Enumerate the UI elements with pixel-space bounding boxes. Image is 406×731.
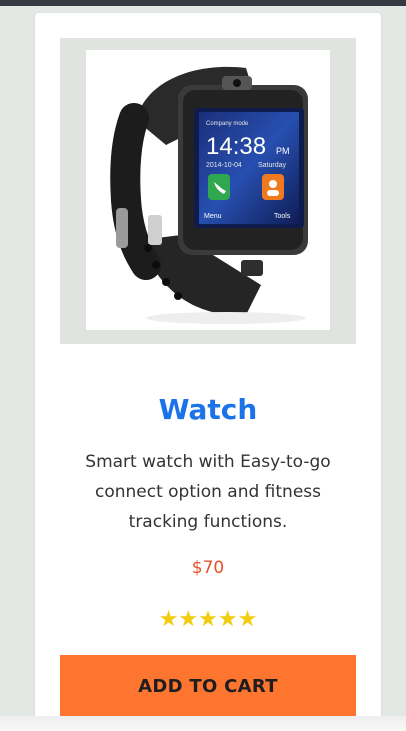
- top-bar: [0, 0, 406, 6]
- product-image[interactable]: Company mode 14:38 PM 2014-10-04 Saturda…: [86, 50, 330, 330]
- bottom-edge: [0, 716, 406, 731]
- add-to-cart-button[interactable]: ADD TO CART: [60, 655, 356, 717]
- rating-stars-icon: ★★★★★: [158, 607, 258, 632]
- svg-text:Menu: Menu: [204, 213, 222, 220]
- product-price: $70: [191, 558, 225, 578]
- product-image-frame: Company mode 14:38 PM 2014-10-04 Saturda…: [60, 38, 356, 344]
- svg-text:Company mode: Company mode: [206, 121, 249, 127]
- product-title[interactable]: Watch: [35, 393, 381, 426]
- product-description: Smart watch with Easy-to-go connect opti…: [85, 452, 331, 532]
- svg-text:Tools: Tools: [274, 213, 291, 220]
- product-card: Company mode 14:38 PM 2014-10-04 Saturda…: [35, 13, 381, 725]
- svg-text:Saturday: Saturday: [258, 162, 287, 169]
- svg-text:PM: PM: [276, 146, 290, 156]
- svg-text:2014-10-04: 2014-10-04: [206, 162, 242, 169]
- svg-text:14:38: 14:38: [206, 133, 266, 160]
- smartwatch-image: Company mode 14:38 PM 2014-10-04 Saturda…: [110, 66, 308, 324]
